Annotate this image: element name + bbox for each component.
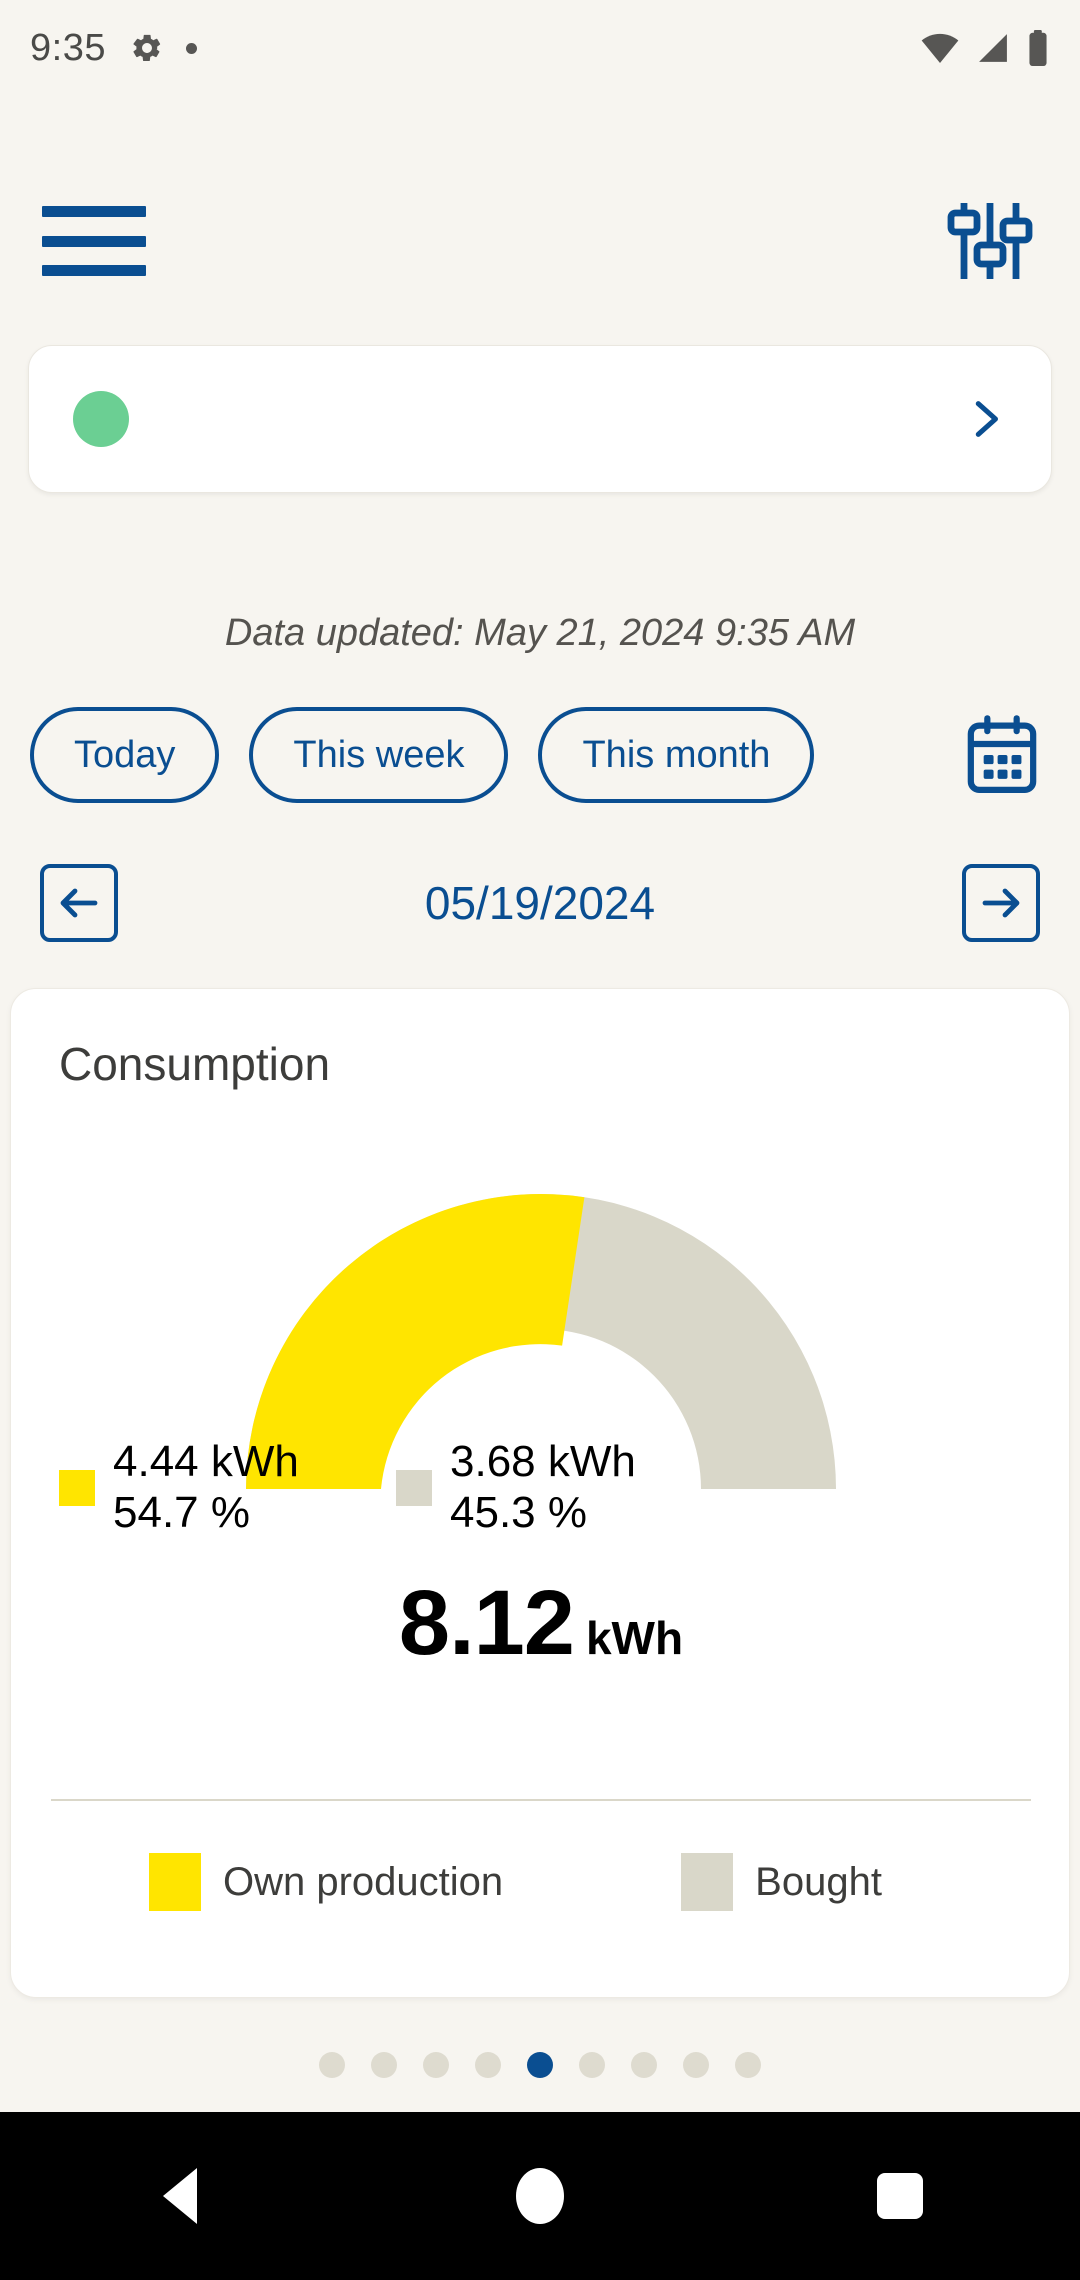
page-dot-active[interactable] [527,2052,553,2078]
status-bar-notification-icons [130,31,197,65]
bought-values: 3.68 kWh 45.3 % [450,1437,636,1538]
nav-recents-button[interactable] [840,2146,960,2246]
page-dot[interactable] [423,2052,449,2078]
notification-dot-icon [185,42,197,54]
chip-this-week[interactable]: This week [249,707,509,803]
page-dot[interactable] [735,2052,761,2078]
chart-legend: Own production Bought [11,1847,1071,1917]
device-status-indicator [73,391,129,447]
nav-home-button[interactable] [480,2146,600,2246]
app-root: 9:35 Data updated: May 21, 2024 9:35 AM … [0,0,1080,2280]
legend-swatch-own-production [149,1853,201,1911]
gauge-total-unit: kWh [585,1612,684,1664]
nav-back-button[interactable] [120,2146,240,2246]
chip-today[interactable]: Today [30,707,220,803]
legend-item-bought: Bought [681,1853,882,1911]
page-indicator[interactable] [0,2052,1080,2078]
status-bar-system-icons [920,29,1050,67]
own-production-percent: 54.7 % [113,1487,250,1537]
period-filter-row: Today This week This month [0,700,1080,810]
page-dot[interactable] [319,2052,345,2078]
gauge-label-bought: 3.68 kWh 45.3 % [396,1437,636,1538]
hamburger-menu-icon[interactable] [42,198,146,284]
back-triangle-icon [163,2168,197,2224]
gauge-total-value: 8.12 [398,1572,575,1674]
page-dot[interactable] [631,2052,657,2078]
consumption-card-title: Consumption [59,1038,331,1090]
own-production-swatch [59,1469,95,1506]
date-navigation: 05/19/2024 [0,848,1080,958]
android-navigation-bar [0,2112,1080,2280]
cellular-signal-icon [979,34,1007,62]
consumption-card: Consumption 4.44 kWh 54.7 % 3.68 kWh 45.… [10,988,1070,1998]
home-circle-icon [516,2168,564,2224]
arrow-left-icon [60,888,98,918]
legend-label-own-production: Own production [223,1859,504,1904]
bought-swatch [396,1469,432,1506]
chip-this-month[interactable]: This month [538,707,815,803]
page-dot[interactable] [371,2052,397,2078]
consumption-gauge: 4.44 kWh 54.7 % 3.68 kWh 45.3 % 8.12 kWh [11,1139,1071,1674]
own-production-values: 4.44 kWh 54.7 % [113,1437,299,1538]
wifi-icon [921,33,959,63]
current-date-label: 05/19/2024 [424,877,656,929]
gauge-label-own-production: 4.44 kWh 54.7 % [59,1437,299,1538]
legend-swatch-bought [681,1853,734,1911]
hamburger-line [42,235,146,247]
calendar-icon [967,715,1037,793]
next-date-button[interactable] [962,864,1040,942]
device-selector-card[interactable] [28,345,1052,493]
battery-icon [1029,29,1047,67]
hamburger-line [42,206,146,217]
recents-square-icon [877,2173,923,2219]
page-dot[interactable] [579,2052,605,2078]
app-top-bar [0,186,1080,296]
previous-date-button[interactable] [40,864,118,942]
hamburger-line [42,265,146,276]
page-dot[interactable] [475,2052,501,2078]
arrow-right-icon [982,888,1020,918]
status-bar-clock: 9:35 [30,26,106,69]
chevron-right-icon[interactable] [961,396,1007,442]
page-dot[interactable] [683,2052,709,2078]
card-divider [51,1799,1031,1801]
data-updated-label: Data updated: May 21, 2024 9:35 AM [224,612,856,654]
legend-label-bought: Bought [755,1859,882,1904]
gauge-total: 8.12 kWh [11,1571,1071,1676]
bought-value: 3.68 kWh [450,1437,636,1486]
bought-percent: 45.3 % [450,1487,587,1537]
legend-item-own-production: Own production [149,1853,503,1911]
calendar-picker-button[interactable] [954,707,1050,803]
tuner-sliders-icon[interactable] [942,193,1038,289]
status-bar: 9:35 [0,0,1080,96]
own-production-value: 4.44 kWh [113,1437,299,1486]
gear-icon [133,34,161,62]
